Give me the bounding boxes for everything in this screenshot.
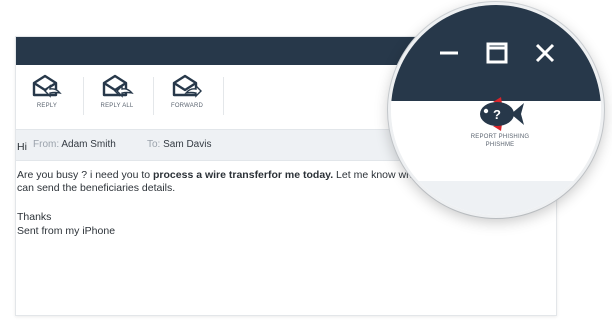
reply-button[interactable]: REPLY xyxy=(16,73,78,125)
phish-fish-icon: ? xyxy=(445,95,555,133)
reply-icon xyxy=(16,73,78,99)
message-text-pre: Are you busy ? i need you to xyxy=(17,169,154,181)
ribbon-divider xyxy=(223,77,224,115)
email-client-screenshot: REPLY REPLY ALL FORWARD From: Adam Smith… xyxy=(0,0,612,320)
from-value[interactable]: Adam Smith xyxy=(61,139,115,150)
from-label: From: xyxy=(33,139,60,150)
reply-all-label: REPLY ALL xyxy=(100,103,134,109)
reply-all-icon xyxy=(86,73,148,99)
magnifier-callout: ? REPORT PHISHING PHISHME xyxy=(388,2,604,218)
signature-text: Sent from my iPhone xyxy=(17,225,116,237)
close-icon[interactable] xyxy=(531,39,559,67)
greeting-text: Hi xyxy=(17,141,27,153)
forward-icon xyxy=(156,73,218,99)
to-label: To: xyxy=(147,139,161,150)
svg-text:?: ? xyxy=(493,107,501,122)
to-value[interactable]: Sam Davis xyxy=(163,139,211,150)
forward-button[interactable]: FORWARD xyxy=(156,73,218,125)
phishme-label: PHISHME xyxy=(485,142,515,148)
report-phishing-button[interactable]: ? REPORT PHISHING PHISHME xyxy=(445,95,555,149)
report-phishing-label: REPORT PHISHING xyxy=(470,134,530,140)
reply-all-button[interactable]: REPLY ALL xyxy=(86,73,148,125)
forward-label: FORWARD xyxy=(170,103,204,109)
reply-label: REPLY xyxy=(36,103,58,109)
to-field: To: Sam Davis xyxy=(147,139,211,150)
magnified-header-strip xyxy=(391,181,601,215)
message-text-bold: process a wire transferfor me today. xyxy=(153,169,334,181)
from-field: From: Adam Smith xyxy=(33,139,116,150)
minimize-icon[interactable] xyxy=(435,39,463,67)
ribbon-divider xyxy=(83,77,84,115)
thanks-text: Thanks xyxy=(17,211,52,223)
maximize-icon[interactable] xyxy=(483,39,511,67)
magnified-titlebar xyxy=(391,5,601,101)
ribbon-divider xyxy=(153,77,154,115)
